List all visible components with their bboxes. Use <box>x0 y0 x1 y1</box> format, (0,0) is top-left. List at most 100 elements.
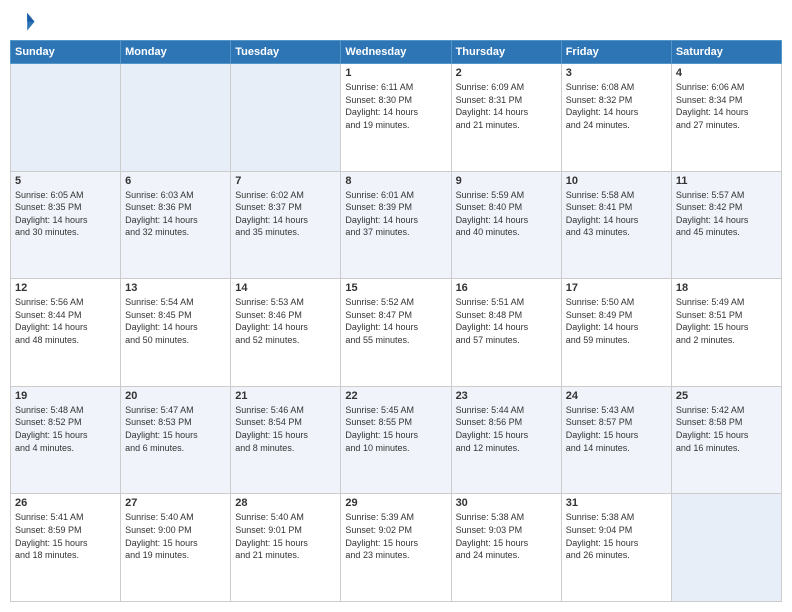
calendar-cell: 31 Sunrise: 5:38 AM Sunset: 9:04 PM Dayli… <box>561 494 671 602</box>
weekday-header-friday: Friday <box>561 41 671 64</box>
day-info: Sunrise: 5:43 AM Sunset: 8:57 PM Dayligh… <box>566 404 667 454</box>
calendar-cell: 29 Sunrise: 5:39 AM Sunset: 9:02 PM Dayli… <box>341 494 451 602</box>
day-number: 27 <box>125 497 226 509</box>
day-info: Sunrise: 5:50 AM Sunset: 8:49 PM Dayligh… <box>566 296 667 346</box>
day-number: 31 <box>566 497 667 509</box>
day-info: Sunrise: 5:46 AM Sunset: 8:54 PM Dayligh… <box>235 404 336 454</box>
day-number: 17 <box>566 282 667 294</box>
calendar-cell: 21Sunrise: 5:46 AM Sunset: 8:54 PM Dayli… <box>231 386 341 494</box>
week-row-2: 5 Sunrise: 6:05 AM Sunset: 8:35 PM Daylig… <box>11 171 782 279</box>
calendar-cell: 2 Sunrise: 6:09 AM Sunset: 8:31 PM Daylig… <box>451 64 561 172</box>
calendar-cell: 12 Sunrise: 5:56 AM Sunset: 8:44 PM Dayli… <box>11 279 121 387</box>
day-number: 30 <box>456 497 557 509</box>
day-number: 14 <box>235 282 336 294</box>
calendar-cell: 23 Sunrise: 5:44 AM Sunset: 8:56 PM Dayli… <box>451 386 561 494</box>
day-number: 26 <box>15 497 116 509</box>
weekday-header-row: SundayMondayTuesdayWednesdayThursdayFrid… <box>11 41 782 64</box>
day-number: 16 <box>456 282 557 294</box>
day-number: 18 <box>676 282 777 294</box>
day-number: 7 <box>235 175 336 187</box>
day-info: Sunrise: 6:02 AM Sunset: 8:37 PM Dayligh… <box>235 189 336 239</box>
calendar-table: SundayMondayTuesdayWednesdayThursdayFrid… <box>10 40 782 602</box>
day-info: Sunrise: 6:08 AM Sunset: 8:32 PM Dayligh… <box>566 81 667 131</box>
day-number: 12 <box>15 282 116 294</box>
day-number: 28 <box>235 497 336 509</box>
calendar-cell <box>231 64 341 172</box>
calendar-cell: 17 Sunrise: 5:50 AM Sunset: 8:49 PM Dayli… <box>561 279 671 387</box>
calendar-cell: 19 Sunrise: 5:48 AM Sunset: 8:52 PM Dayli… <box>11 386 121 494</box>
calendar-cell <box>121 64 231 172</box>
day-info: Sunrise: 6:03 AM Sunset: 8:36 PM Dayligh… <box>125 189 226 239</box>
day-info: Sunrise: 5:38 AM Sunset: 9:03 PM Dayligh… <box>456 511 557 561</box>
day-info: Sunrise: 5:45 AM Sunset: 8:55 PM Dayligh… <box>345 404 446 454</box>
calendar-cell: 22 Sunrise: 5:45 AM Sunset: 8:55 PM Dayli… <box>341 386 451 494</box>
day-number: 13 <box>125 282 226 294</box>
weekday-header-sunday: Sunday <box>11 41 121 64</box>
day-info: Sunrise: 5:52 AM Sunset: 8:47 PM Dayligh… <box>345 296 446 346</box>
day-number: 4 <box>676 67 777 79</box>
calendar-cell: 11Sunrise: 5:57 AM Sunset: 8:42 PM Dayli… <box>671 171 781 279</box>
day-info: Sunrise: 5:41 AM Sunset: 8:59 PM Dayligh… <box>15 511 116 561</box>
day-number: 8 <box>345 175 446 187</box>
calendar-cell: 16 Sunrise: 5:51 AM Sunset: 8:48 PM Dayli… <box>451 279 561 387</box>
calendar-cell: 25 Sunrise: 5:42 AM Sunset: 8:58 PM Dayli… <box>671 386 781 494</box>
calendar-cell: 5 Sunrise: 6:05 AM Sunset: 8:35 PM Daylig… <box>11 171 121 279</box>
day-info: Sunrise: 5:40 AM Sunset: 9:00 PM Dayligh… <box>125 511 226 561</box>
weekday-header-wednesday: Wednesday <box>341 41 451 64</box>
day-info: Sunrise: 5:44 AM Sunset: 8:56 PM Dayligh… <box>456 404 557 454</box>
calendar-cell: 1 Sunrise: 6:11 AM Sunset: 8:30 PM Daylig… <box>341 64 451 172</box>
weekday-header-tuesday: Tuesday <box>231 41 341 64</box>
day-info: Sunrise: 5:53 AM Sunset: 8:46 PM Dayligh… <box>235 296 336 346</box>
day-number: 19 <box>15 390 116 402</box>
week-row-3: 12 Sunrise: 5:56 AM Sunset: 8:44 PM Dayli… <box>11 279 782 387</box>
day-number: 23 <box>456 390 557 402</box>
day-number: 1 <box>345 67 446 79</box>
day-info: Sunrise: 5:59 AM Sunset: 8:40 PM Dayligh… <box>456 189 557 239</box>
header <box>10 10 782 32</box>
day-info: Sunrise: 6:05 AM Sunset: 8:35 PM Dayligh… <box>15 189 116 239</box>
day-number: 9 <box>456 175 557 187</box>
day-info: Sunrise: 5:48 AM Sunset: 8:52 PM Dayligh… <box>15 404 116 454</box>
day-number: 20 <box>125 390 226 402</box>
day-number: 29 <box>345 497 446 509</box>
week-row-4: 19 Sunrise: 5:48 AM Sunset: 8:52 PM Dayli… <box>11 386 782 494</box>
calendar-cell: 28 Sunrise: 5:40 AM Sunset: 9:01 PM Dayli… <box>231 494 341 602</box>
day-number: 6 <box>125 175 226 187</box>
logo <box>14 10 38 32</box>
calendar-cell: 7 Sunrise: 6:02 AM Sunset: 8:37 PM Daylig… <box>231 171 341 279</box>
day-info: Sunrise: 6:09 AM Sunset: 8:31 PM Dayligh… <box>456 81 557 131</box>
calendar-cell: 3Sunrise: 6:08 AM Sunset: 8:32 PM Daylig… <box>561 64 671 172</box>
day-number: 15 <box>345 282 446 294</box>
calendar-cell <box>671 494 781 602</box>
weekday-header-thursday: Thursday <box>451 41 561 64</box>
calendar-cell <box>11 64 121 172</box>
week-row-1: 1 Sunrise: 6:11 AM Sunset: 8:30 PM Daylig… <box>11 64 782 172</box>
day-number: 2 <box>456 67 557 79</box>
day-info: Sunrise: 5:49 AM Sunset: 8:51 PM Dayligh… <box>676 296 777 346</box>
day-info: Sunrise: 5:38 AM Sunset: 9:04 PM Dayligh… <box>566 511 667 561</box>
calendar-cell: 30 Sunrise: 5:38 AM Sunset: 9:03 PM Dayli… <box>451 494 561 602</box>
day-info: Sunrise: 6:11 AM Sunset: 8:30 PM Dayligh… <box>345 81 446 131</box>
day-info: Sunrise: 5:40 AM Sunset: 9:01 PM Dayligh… <box>235 511 336 561</box>
calendar-cell: 13Sunrise: 5:54 AM Sunset: 8:45 PM Dayli… <box>121 279 231 387</box>
day-number: 25 <box>676 390 777 402</box>
week-row-5: 26 Sunrise: 5:41 AM Sunset: 8:59 PM Dayli… <box>11 494 782 602</box>
calendar-cell: 27 Sunrise: 5:40 AM Sunset: 9:00 PM Dayli… <box>121 494 231 602</box>
day-info: Sunrise: 5:39 AM Sunset: 9:02 PM Dayligh… <box>345 511 446 561</box>
logo-icon <box>14 10 36 32</box>
calendar-cell: 15 Sunrise: 5:52 AM Sunset: 8:47 PM Dayli… <box>341 279 451 387</box>
day-number: 5 <box>15 175 116 187</box>
day-number: 22 <box>345 390 446 402</box>
page: SundayMondayTuesdayWednesdayThursdayFrid… <box>0 0 792 612</box>
calendar-cell: 20Sunrise: 5:47 AM Sunset: 8:53 PM Dayli… <box>121 386 231 494</box>
day-info: Sunrise: 5:56 AM Sunset: 8:44 PM Dayligh… <box>15 296 116 346</box>
weekday-header-saturday: Saturday <box>671 41 781 64</box>
calendar-cell: 6 Sunrise: 6:03 AM Sunset: 8:36 PM Daylig… <box>121 171 231 279</box>
calendar-cell: 26 Sunrise: 5:41 AM Sunset: 8:59 PM Dayli… <box>11 494 121 602</box>
day-info: Sunrise: 6:06 AM Sunset: 8:34 PM Dayligh… <box>676 81 777 131</box>
weekday-header-monday: Monday <box>121 41 231 64</box>
calendar-cell: 14 Sunrise: 5:53 AM Sunset: 8:46 PM Dayli… <box>231 279 341 387</box>
calendar-cell: 24Sunrise: 5:43 AM Sunset: 8:57 PM Dayli… <box>561 386 671 494</box>
day-info: Sunrise: 5:42 AM Sunset: 8:58 PM Dayligh… <box>676 404 777 454</box>
day-info: Sunrise: 5:51 AM Sunset: 8:48 PM Dayligh… <box>456 296 557 346</box>
